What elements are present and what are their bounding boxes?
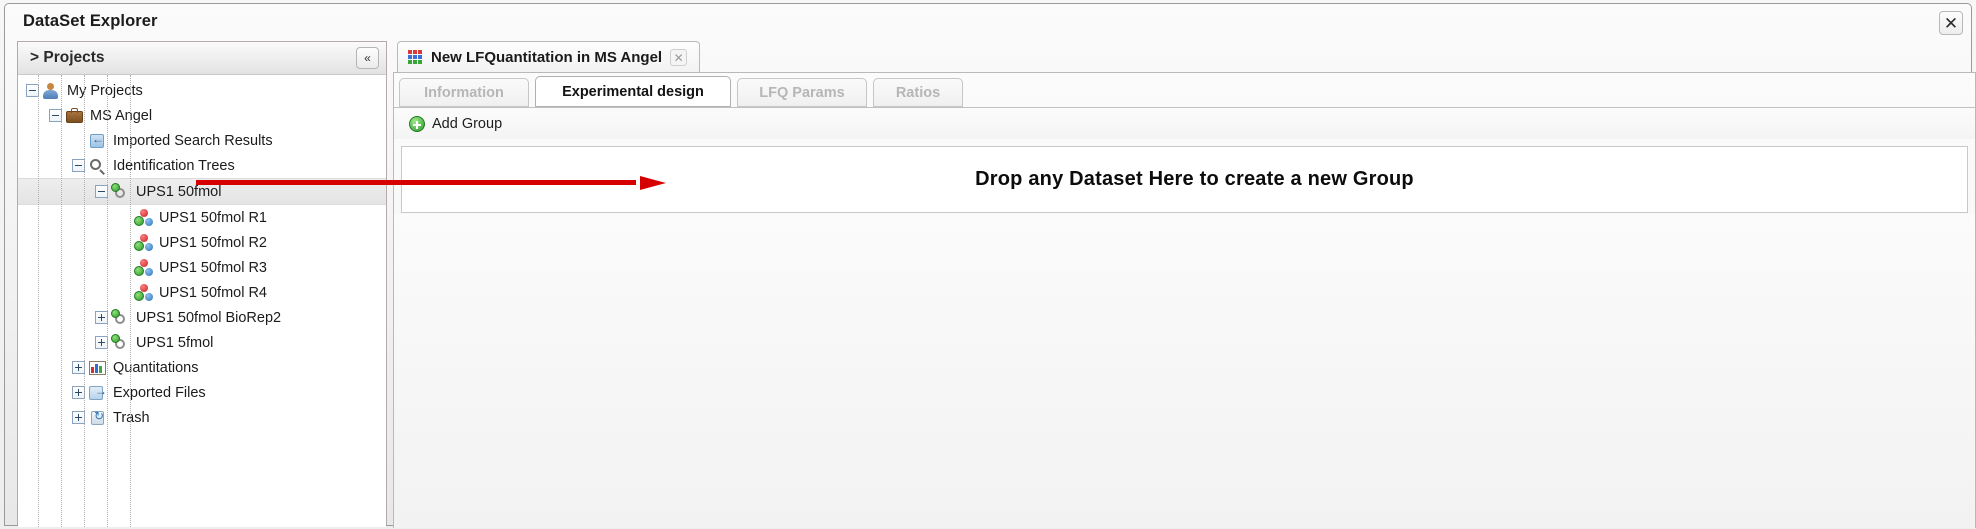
projects-header-title: > Projects [30, 49, 105, 66]
tree-item-trash[interactable]: Trash [18, 405, 386, 430]
import-icon [88, 132, 108, 150]
molecule-icon [134, 283, 154, 302]
tree-item-label: UPS1 5fmol [136, 334, 214, 351]
check-badge-icon [134, 265, 144, 276]
tree-item-label: UPS1 50fmol R2 [159, 234, 267, 251]
tab-ratios[interactable]: Ratios [873, 78, 963, 107]
projects-panel-header: > Projects « [18, 42, 386, 75]
id-tree-icon [111, 182, 131, 201]
experimental-design-toolbar: Add Group [394, 109, 1975, 139]
tree-item-ups1-5fmol[interactable]: UPS1 5fmol [18, 330, 386, 355]
export-icon [88, 384, 108, 402]
molecule-icon [134, 258, 154, 277]
tab-underline [394, 107, 1975, 108]
tab-strip: Information Experimental design LFQ Params… [399, 76, 1975, 107]
close-icon[interactable]: ✕ [1939, 11, 1963, 35]
document-panel: New LFQuantitation in MS Angel ✕ Informa… [393, 41, 1976, 528]
tree-item-label: Identification Trees [113, 157, 235, 174]
document-tab-lfquantitation[interactable]: New LFQuantitation in MS Angel ✕ [397, 41, 701, 73]
tree-item-label: My Projects [67, 82, 143, 99]
document-tab-title: New LFQuantitation in MS Angel [431, 49, 663, 66]
tree-item-label: UPS1 50fmol BioRep2 [136, 309, 282, 326]
tree-item-label: UPS1 50fmol R1 [159, 209, 267, 226]
chart-icon [88, 359, 108, 377]
document-tab-close-icon[interactable]: ✕ [670, 49, 688, 66]
molecule-icon [134, 208, 154, 227]
id-tree-icon [111, 308, 131, 327]
add-group-label: Add Group [432, 116, 503, 132]
dataset-dropzone[interactable]: Drop any Dataset Here to create a new Gr… [401, 146, 1968, 213]
document-content-card: Information Experimental design LFQ Params… [393, 72, 1976, 528]
tree-guide-line [107, 75, 108, 527]
tree-item-label: UPS1 50fmol R3 [159, 259, 267, 276]
tree-item-label: Trash [113, 409, 150, 426]
check-badge-icon [134, 290, 144, 301]
project-tree[interactable]: My Projects MS Angel Imported Search Resul… [18, 75, 386, 527]
add-group-button[interactable]: Add Group [405, 114, 506, 134]
id-tree-icon [111, 333, 131, 352]
grid-dots-icon [408, 50, 423, 65]
tree-item-label: Imported Search Results [113, 132, 273, 149]
trash-icon [88, 409, 108, 427]
tree-item-label: MS Angel [90, 107, 153, 124]
tree-item-label: UPS1 50fmol [136, 183, 222, 200]
check-badge-icon [134, 215, 144, 226]
experimental-design-area [394, 214, 1975, 528]
search-icon [88, 157, 108, 175]
tab-lfq-params[interactable]: LFQ Params [737, 78, 867, 107]
tree-guide-line [84, 75, 85, 527]
tree-item-ups1-50fmol-r3[interactable]: UPS1 50fmol R3 [18, 255, 386, 280]
tree-item-ups1-50fmol-biorep2[interactable]: UPS1 50fmol BioRep2 [18, 305, 386, 330]
dataset-explorer-window: DataSet Explorer ✕ > Projects « My Proje… [4, 3, 1976, 528]
tree-guide-line [38, 75, 39, 527]
tree-guide-line [61, 75, 62, 527]
tab-information[interactable]: Information [399, 78, 529, 107]
tree-item-ups1-50fmol-r2[interactable]: UPS1 50fmol R2 [18, 230, 386, 255]
tree-item-ups1-50fmol-r1[interactable]: UPS1 50fmol R1 [18, 205, 386, 230]
molecule-icon [134, 233, 154, 252]
collapse-panel-icon[interactable]: « [356, 47, 379, 69]
tree-item-label: Quantitations [113, 359, 199, 376]
chart-bars [91, 363, 104, 373]
briefcase-icon [65, 107, 85, 125]
tab-experimental-design[interactable]: Experimental design [535, 76, 731, 107]
tree-item-label: UPS1 50fmol R4 [159, 284, 267, 301]
window-title: DataSet Explorer [23, 12, 158, 30]
dropzone-text: Drop any Dataset Here to create a new Gr… [975, 168, 1414, 190]
green-plus-icon [409, 116, 425, 132]
projects-panel: > Projects « My Projects MS Angel Imported… [17, 41, 387, 527]
tree-item-exported-files[interactable]: Exported Files [18, 380, 386, 405]
tree-item-identification-trees[interactable]: Identification Trees [18, 153, 386, 178]
tree-item-imported-search-results[interactable]: Imported Search Results [18, 128, 386, 153]
document-tabbar: New LFQuantitation in MS Angel ✕ [393, 41, 1976, 73]
tree-item-ups1-50fmol-r4[interactable]: UPS1 50fmol R4 [18, 280, 386, 305]
tree-item-label: Exported Files [113, 384, 206, 401]
person-icon [42, 82, 62, 100]
app-root: DataSet Explorer ✕ > Projects « My Proje… [0, 0, 1976, 529]
tree-item-my-projects[interactable]: My Projects [18, 78, 386, 103]
tree-item-ups1-50fmol[interactable]: UPS1 50fmol [18, 178, 386, 205]
tree-item-ms-angel[interactable]: MS Angel [18, 103, 386, 128]
tree-item-quantitations[interactable]: Quantitations [18, 355, 386, 380]
check-badge-icon [134, 240, 144, 251]
tree-guide-line [130, 75, 131, 527]
